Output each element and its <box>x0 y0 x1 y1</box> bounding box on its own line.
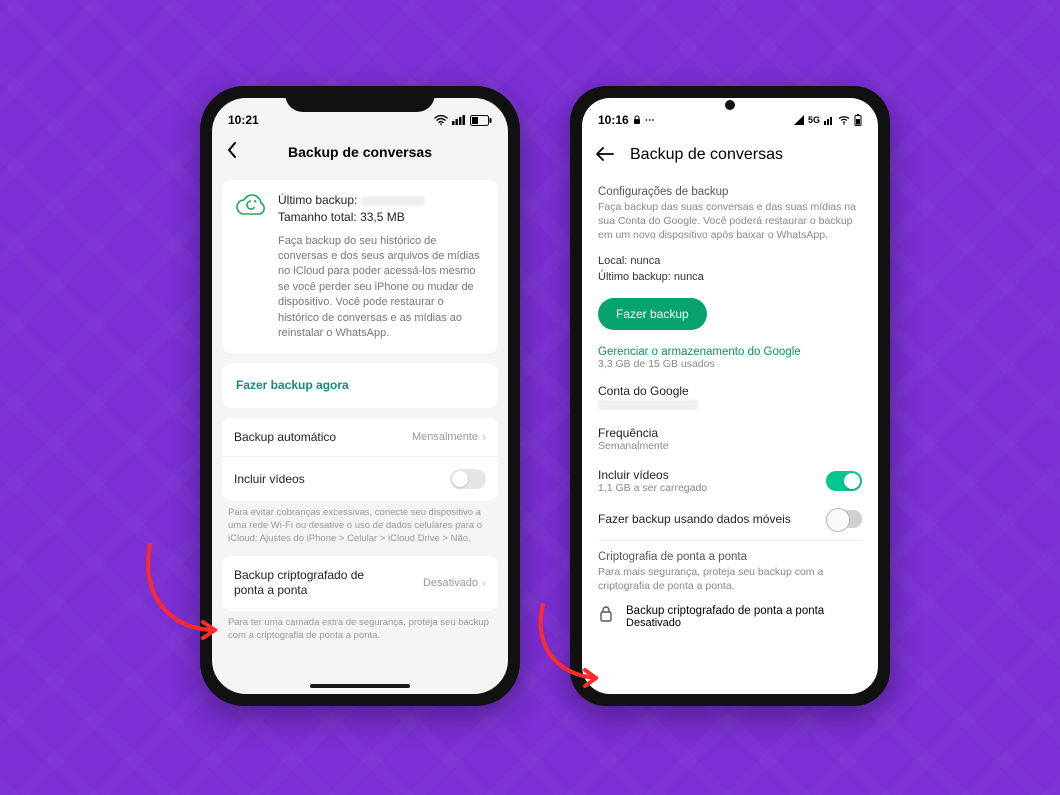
include-videos-toggle[interactable] <box>450 469 486 489</box>
ios-navbar: Backup de conversas <box>212 132 508 172</box>
divider <box>598 540 862 541</box>
more-icon: ⋯ <box>645 115 655 126</box>
page-title: Backup de conversas <box>288 144 432 160</box>
section-desc: Faça backup das suas conversas e das sua… <box>598 200 862 243</box>
android-frame: 10:16 ⋯ 5G Backup de conversas <box>570 86 890 706</box>
include-videos-sub: 1,1 GB a ser carregado <box>598 482 707 494</box>
lock-icon <box>598 605 614 626</box>
frequency-value: Semanalmente <box>598 440 669 452</box>
mobile-data-row[interactable]: Fazer backup usando dados móveis <box>598 502 862 536</box>
mobile-data-toggle[interactable] <box>826 510 862 528</box>
do-backup-button[interactable]: Fazer backup <box>598 298 707 330</box>
backup-now-button[interactable]: Fazer backup agora <box>222 363 498 408</box>
android-navbar: Backup de conversas <box>582 132 878 178</box>
ios-status-icons <box>434 115 492 126</box>
e2e-value: Desativado <box>423 577 478 589</box>
arrow-left-icon <box>596 147 614 161</box>
auto-backup-row[interactable]: Backup automático Mensalmente › <box>222 418 498 457</box>
last-backup-value: nunca <box>674 271 704 283</box>
redacted-value <box>361 196 425 206</box>
auto-backup-value: Mensalmente <box>412 431 478 443</box>
cellular-icon <box>452 115 466 125</box>
e2e-backup-row[interactable]: Backup criptografado de ponta a ponta De… <box>598 595 862 629</box>
android-punch-hole <box>725 100 735 110</box>
section-title: Configurações de backup <box>598 186 862 198</box>
mobile-data-label: Fazer backup usando dados móveis <box>598 512 791 526</box>
iphone-frame: 10:21 Backup de conversas <box>200 86 520 706</box>
e2e-section-title: Criptografia de ponta a ponta <box>598 551 862 563</box>
lock-small-icon <box>633 115 641 125</box>
last-backup-label: Último backup: <box>278 193 357 207</box>
e2e-row-value: Desativado <box>626 617 824 629</box>
back-button[interactable] <box>596 145 614 166</box>
battery-icon <box>470 115 492 126</box>
cloud-icon <box>234 192 268 223</box>
local-label: Local: <box>598 255 627 267</box>
chevron-right-icon: › <box>482 430 486 444</box>
total-size-value: 33,5 MB <box>360 210 405 224</box>
manage-storage-link[interactable]: Gerenciar o armazenamento do Google <box>598 346 862 358</box>
battery-icon <box>854 114 862 126</box>
e2e-backup-row[interactable]: Backup criptografado de ponta a ponta De… <box>222 556 498 611</box>
backup-options-group: Backup automático Mensalmente › Incluir … <box>222 418 498 501</box>
total-size-label: Tamanho total: <box>278 210 357 224</box>
last-backup-label: Último backup: <box>598 271 671 283</box>
e2e-label: Backup criptografado de ponta a ponta <box>234 568 384 599</box>
frequency-row[interactable]: Frequência Semanalmente <box>598 418 862 460</box>
chevron-left-icon <box>226 141 238 159</box>
e2e-row-label: Backup criptografado de ponta a ponta <box>626 605 824 617</box>
include-videos-label: Incluir vídeos <box>234 472 305 486</box>
redacted-email <box>598 400 698 410</box>
e2e-group: Backup criptografado de ponta a ponta De… <box>222 556 498 611</box>
e2e-section-desc: Para mais segurança, proteja seu backup … <box>598 565 862 593</box>
bars-icon <box>824 115 834 125</box>
backup-desc: Faça backup do seu histórico de conversa… <box>278 234 486 342</box>
include-videos-row[interactable]: Incluir vídeos <box>222 457 498 501</box>
ios-time: 10:21 <box>228 113 259 127</box>
frequency-label: Frequência <box>598 426 658 440</box>
wifi-note: Para evitar cobranças excessivas, conect… <box>222 507 498 555</box>
local-value: nunca <box>630 255 660 267</box>
back-button[interactable] <box>226 141 238 164</box>
cellular-icon <box>794 115 804 125</box>
android-time: 10:16 <box>598 113 629 127</box>
include-videos-label: Incluir vídeos <box>598 468 707 482</box>
wifi-icon <box>434 115 448 125</box>
include-videos-toggle[interactable] <box>826 471 862 491</box>
android-status-icons: 5G <box>794 114 862 126</box>
backup-info-card: Último backup: Tamanho total: 33,5 MB Fa… <box>222 180 498 353</box>
home-indicator <box>310 684 410 688</box>
google-account-row[interactable]: Conta do Google <box>598 370 862 418</box>
auto-backup-label: Backup automático <box>234 430 336 444</box>
storage-used: 3,3 GB de 15 GB usados <box>598 358 862 370</box>
iphone-notch <box>285 86 435 112</box>
page-title: Backup de conversas <box>630 146 783 164</box>
network-type: 5G <box>808 115 820 125</box>
google-account-label: Conta do Google <box>598 384 689 398</box>
chevron-right-icon: › <box>482 576 486 590</box>
include-videos-row[interactable]: Incluir vídeos 1,1 GB a ser carregado <box>598 460 862 502</box>
e2e-note: Para ter uma camada extra de segurança, … <box>222 617 498 653</box>
wifi-icon <box>838 116 850 125</box>
